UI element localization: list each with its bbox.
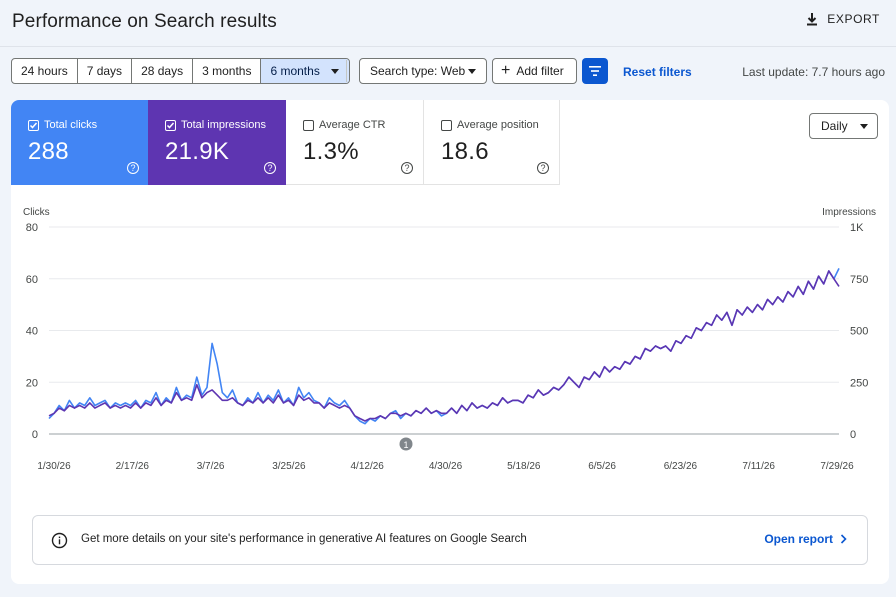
metric-label: Average position — [457, 119, 539, 131]
chevron-down-icon — [860, 124, 868, 129]
range-24-hours[interactable]: 24 hours — [12, 59, 78, 83]
filter-bar: 24 hours 7 days 28 days 3 months 6 month… — [0, 58, 896, 84]
granularity-label: Daily — [821, 119, 848, 133]
right-tick-label: 250 — [850, 377, 868, 389]
open-report-link[interactable]: Open report — [764, 532, 847, 546]
page-header: Performance on Search results EXPORT — [0, 0, 896, 46]
metric-label: Total clicks — [44, 119, 98, 131]
date-range-group: 24 hours 7 days 28 days 3 months 6 month… — [11, 58, 350, 84]
right-tick-label: 500 — [850, 326, 868, 338]
left-tick-label: 80 — [26, 222, 38, 234]
x-tick-label: 4/12/26 — [351, 461, 385, 472]
metric-total-clicks[interactable]: Total clicks 288 ? — [11, 100, 149, 185]
help-icon[interactable]: ? — [401, 162, 413, 174]
range-28-days[interactable]: 28 days — [132, 59, 194, 83]
checkbox-unchecked-icon — [441, 119, 452, 131]
metric-label-row: Total impressions — [165, 119, 266, 131]
range-6-months[interactable]: 6 months — [261, 59, 349, 83]
last-update-text: Last update: 7.7 hours ago — [742, 65, 885, 79]
x-tick-label: 1/30/26 — [37, 461, 71, 472]
right-tick-label: 1K — [850, 222, 864, 234]
chevron-down-icon — [330, 68, 339, 74]
chevron-down-icon — [468, 69, 476, 74]
right-tick-label: 0 — [850, 429, 856, 441]
header-divider — [0, 46, 896, 47]
metric-value: 288 — [28, 138, 69, 165]
help-icon[interactable]: ? — [264, 162, 276, 174]
metric-average-ctr[interactable]: Average CTR 1.3% ? — [286, 100, 424, 185]
metric-average-position[interactable]: Average position 18.6 ? — [424, 100, 560, 185]
ai-banner-text: Get more details on your site's performa… — [81, 533, 527, 545]
plus-icon: + — [501, 61, 511, 79]
chevron-right-icon — [840, 534, 847, 544]
left-axis-label: Clicks — [23, 207, 50, 218]
left-tick-label: 20 — [26, 377, 38, 389]
metric-label-row: Total clicks — [28, 119, 97, 131]
checkbox-unchecked-icon — [303, 119, 314, 131]
ai-features-banner: Get more details on your site's performa… — [32, 515, 868, 565]
x-tick-label: 3/25/26 — [272, 461, 306, 472]
performance-chart: Clicks Impressions 80 60 40 20 0 1K 750 500 250 0 1/… — [23, 207, 876, 472]
help-icon[interactable]: ? — [127, 162, 139, 174]
x-tick-label: 6/23/26 — [664, 461, 698, 472]
x-tick-label: 3/7/26 — [197, 461, 225, 472]
range-6-months-label: 6 months — [270, 64, 320, 78]
download-icon — [807, 13, 818, 26]
filter-divider — [346, 60, 347, 82]
checkbox-checked-icon — [165, 119, 176, 131]
x-tick-label: 2/17/26 — [116, 461, 150, 472]
metric-total-impressions[interactable]: Total impressions 21.9K ? — [148, 100, 286, 185]
x-tick-label: 4/30/26 — [429, 461, 463, 472]
export-button[interactable]: EXPORT — [805, 12, 880, 26]
x-tick-label: 5/18/26 — [507, 461, 541, 472]
metric-label: Average CTR — [319, 119, 386, 131]
open-report-label: Open report — [764, 532, 833, 546]
x-tick-label: 6/5/26 — [588, 461, 616, 472]
metric-value: 18.6 — [441, 138, 489, 165]
filter-settings-button[interactable] — [582, 58, 608, 84]
help-icon[interactable]: ? — [537, 162, 549, 174]
add-filter-label: Add filter — [516, 64, 564, 78]
right-tick-label: 750 — [850, 274, 868, 286]
search-type-dropdown[interactable]: Search type: Web — [359, 58, 487, 84]
annotation-label: 1 — [403, 440, 408, 450]
page-title: Performance on Search results — [12, 11, 277, 32]
metric-label: Total impressions — [181, 119, 266, 131]
left-tick-label: 0 — [32, 429, 38, 441]
metric-label-row: Average position — [441, 119, 539, 131]
metric-label-row: Average CTR — [303, 119, 385, 131]
add-filter-button[interactable]: + Add filter — [492, 58, 577, 84]
range-7-days[interactable]: 7 days — [78, 59, 133, 83]
info-icon — [51, 532, 68, 549]
search-type-label: Search type: Web — [370, 64, 466, 78]
left-tick-label: 40 — [26, 326, 38, 338]
x-tick-label: 7/11/26 — [742, 461, 775, 472]
left-tick-label: 60 — [26, 274, 38, 286]
right-axis-label: Impressions — [822, 207, 876, 218]
checkbox-checked-icon — [28, 119, 39, 131]
filter-list-icon — [589, 66, 601, 76]
x-tick-label: 7/29/26 — [820, 461, 854, 472]
range-3-months[interactable]: 3 months — [193, 59, 262, 83]
granularity-dropdown[interactable]: Daily — [809, 113, 878, 139]
export-label: EXPORT — [827, 12, 880, 26]
reset-filters-link[interactable]: Reset filters — [623, 65, 692, 79]
performance-card: Total clicks 288 ? Total impressions 21.… — [11, 100, 889, 584]
metric-value: 1.3% — [303, 138, 359, 165]
metric-value: 21.9K — [165, 138, 230, 165]
